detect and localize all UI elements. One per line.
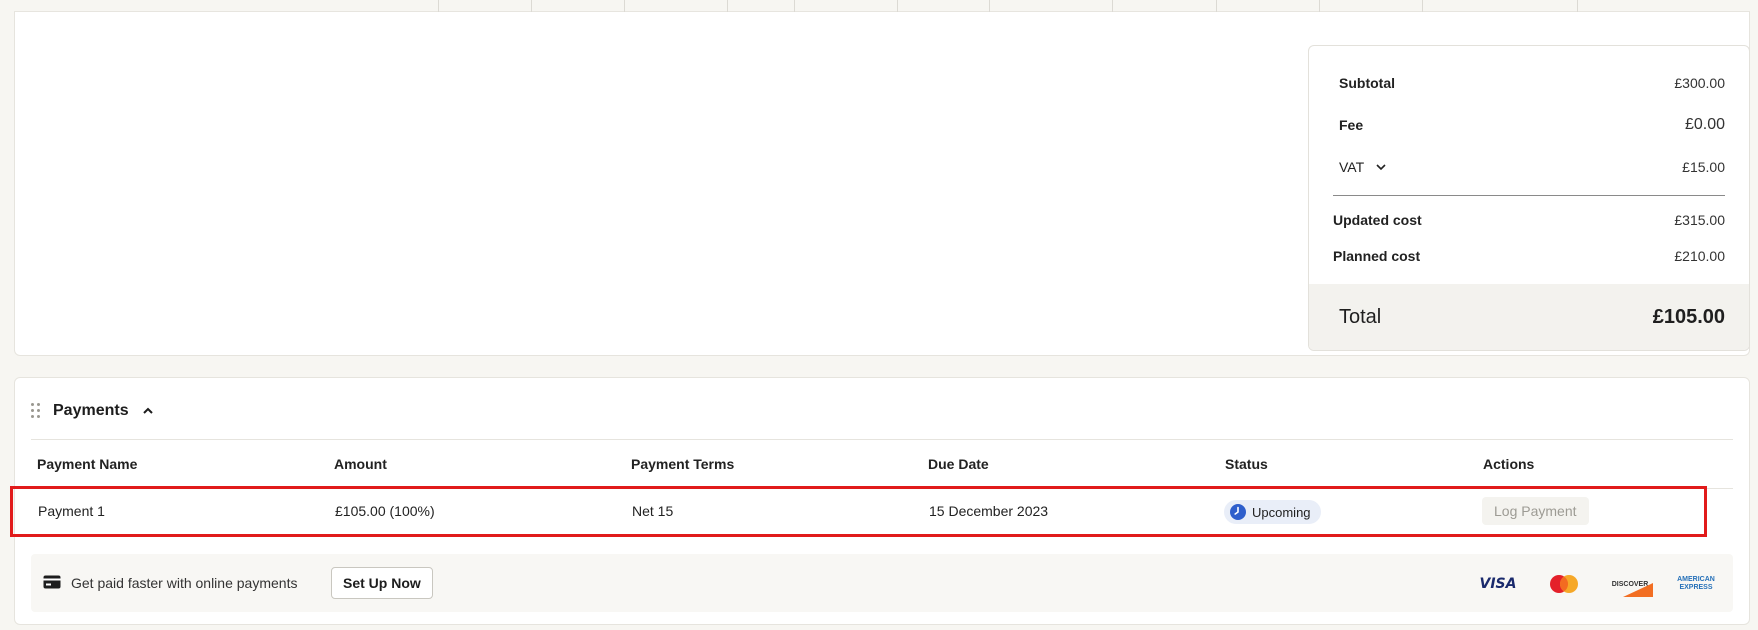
cost-summary: Subtotal £300.00 Fee £0.00 VAT £15.00 Up… (1308, 45, 1750, 351)
payments-card: Payments Payment Name Amount Payment Ter… (10, 377, 1750, 625)
status-badge: Upcoming (1224, 500, 1321, 524)
total-bar: Total £105.00 (1309, 284, 1749, 350)
column-header-payment-name: Payment Name (37, 456, 138, 472)
collapse-toggle[interactable] (141, 404, 155, 418)
subtotal-row: Subtotal £300.00 (1339, 70, 1725, 96)
set-up-now-button[interactable]: Set Up Now (331, 567, 433, 599)
column-header-due-date: Due Date (928, 456, 989, 472)
visa-logo: VISA (1479, 576, 1517, 592)
payment-name-cell: Payment 1 (38, 503, 105, 519)
card-brand-logos: VISA DISCOVER AMERICAN EXPRESS (1475, 571, 1719, 597)
vat-toggle[interactable]: VAT (1339, 159, 1388, 175)
costs-card: Subtotal £300.00 Fee £0.00 VAT £15.00 Up… (14, 12, 1750, 356)
table-column-dividers (14, 0, 1750, 12)
banner-text: Get paid faster with online payments (71, 575, 298, 591)
vat-label: VAT (1339, 159, 1365, 175)
total-label: Total (1339, 305, 1382, 328)
chevron-down-icon (1376, 164, 1386, 171)
column-header-status: Status (1225, 456, 1268, 472)
divider (31, 439, 1733, 440)
subtotal-label: Subtotal (1339, 75, 1395, 91)
planned-cost-value: £210.00 (1674, 248, 1725, 264)
drag-handle-icon[interactable] (31, 403, 41, 419)
column-header-payment-terms: Payment Terms (631, 456, 735, 472)
total-value: £105.00 (1652, 305, 1725, 328)
due-date-cell: 15 December 2023 (929, 503, 1049, 519)
chevron-up-icon (142, 407, 153, 414)
payment-terms-cell: Net 15 (632, 503, 674, 519)
credit-card-icon (43, 575, 61, 589)
mastercard-logo (1541, 571, 1587, 597)
american-express-logo: AMERICAN EXPRESS (1677, 576, 1715, 591)
table-row[interactable]: Payment 1 £105.00 (100%) Net 15 15 Decem… (10, 486, 1707, 537)
vat-value: £15.00 (1682, 159, 1725, 175)
clock-icon (1230, 504, 1246, 520)
online-payments-banner: Get paid faster with online payments Set… (31, 554, 1733, 612)
summary-divider (1333, 195, 1725, 196)
fee-value: £0.00 (1684, 116, 1725, 133)
fee-label: Fee (1339, 117, 1364, 133)
discover-logo: DISCOVER (1607, 571, 1653, 597)
payments-table-header: Payment Name Amount Payment Terms Due Da… (31, 450, 1733, 478)
log-payment-button[interactable]: Log Payment (1482, 497, 1589, 525)
payments-title: Payments (53, 402, 129, 419)
subtotal-value: £300.00 (1674, 75, 1725, 91)
fee-row: Fee £0.00 (1339, 112, 1725, 138)
column-header-amount: Amount (334, 456, 387, 472)
updated-cost-value: £315.00 (1674, 212, 1725, 228)
status-label: Upcoming (1252, 504, 1311, 520)
amount-cell: £105.00 (100%) (335, 503, 435, 519)
updated-cost-label: Updated cost (1333, 212, 1422, 228)
vat-row: VAT £15.00 (1339, 154, 1725, 180)
payments-header: Payments (31, 396, 155, 426)
column-header-actions: Actions (1483, 456, 1535, 472)
updated-cost-row: Updated cost £315.00 (1333, 207, 1725, 233)
planned-cost-row: Planned cost £210.00 (1333, 243, 1725, 269)
planned-cost-label: Planned cost (1333, 248, 1421, 264)
